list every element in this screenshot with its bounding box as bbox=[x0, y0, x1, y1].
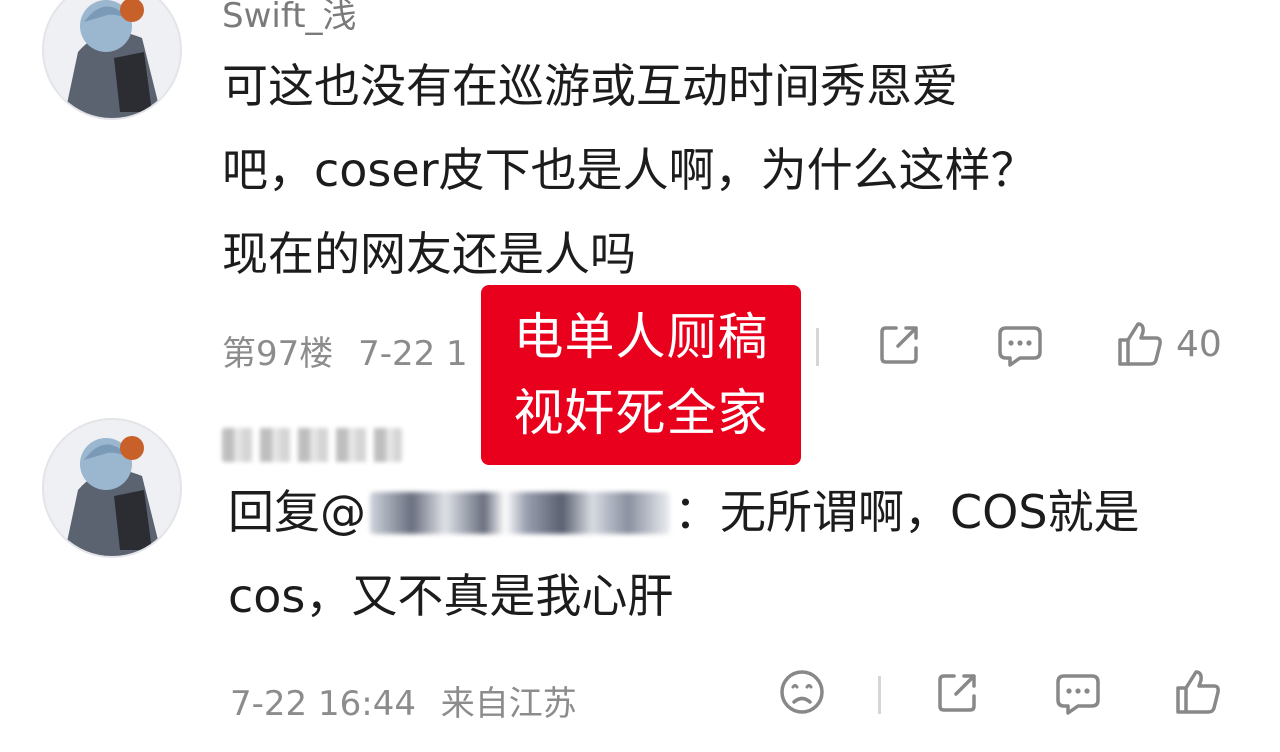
share-icon bbox=[880, 326, 918, 364]
share-button[interactable] bbox=[874, 318, 926, 370]
mention-blurred[interactable] bbox=[370, 492, 670, 534]
overlay-line: 视奸死全家 bbox=[513, 384, 769, 442]
like-button[interactable] bbox=[1172, 666, 1224, 718]
comment-line: 可这也没有在巡游或互动时间秀恩爱 bbox=[222, 59, 958, 113]
comment-meta: 第97楼 7-22 1 bbox=[222, 326, 482, 375]
avatar-image bbox=[44, 0, 180, 118]
overlay-line: 电单人厕稿 bbox=[513, 308, 769, 366]
divider bbox=[878, 676, 881, 714]
floor-number: 第97楼 bbox=[222, 334, 334, 374]
thumbs-up-icon bbox=[1176, 670, 1220, 714]
reply-text: ：无所谓啊，COS就是 bbox=[674, 485, 1140, 539]
comment-icon bbox=[998, 326, 1042, 367]
dislike-button[interactable] bbox=[776, 666, 828, 718]
comment-body: 回复@ ：无所谓啊，COS就是 cos，又不真是我心肝 bbox=[228, 470, 1228, 638]
timestamp: 7-22 1 bbox=[358, 334, 468, 374]
timestamp: 7-22 16:44 bbox=[230, 684, 416, 724]
comment-body: 可这也没有在巡游或互动时间秀恩爱 吧，coser皮下也是人啊，为什么这样？ 现在… bbox=[222, 44, 1222, 296]
share-button[interactable] bbox=[932, 666, 984, 718]
username[interactable]: Swift_浅 bbox=[222, 0, 357, 37]
comment-button[interactable] bbox=[994, 318, 1046, 370]
divider bbox=[816, 328, 819, 366]
comment-button[interactable] bbox=[1052, 666, 1104, 718]
like-button[interactable]: 40 bbox=[1114, 318, 1222, 370]
sad-face-icon bbox=[780, 670, 824, 714]
avatar-image bbox=[44, 420, 180, 556]
comment-line: 现在的网友还是人吗 bbox=[222, 227, 636, 281]
thumbs-up-icon bbox=[1118, 322, 1162, 366]
comment-line: cos，又不真是我心肝 bbox=[228, 569, 674, 623]
share-icon bbox=[938, 674, 976, 712]
avatar[interactable] bbox=[42, 0, 182, 120]
red-caption-overlay: 电单人厕稿 视奸死全家 bbox=[481, 285, 801, 465]
reply-prefix: 回复@ bbox=[228, 485, 366, 539]
comment-meta: 7-22 16:44 来自江苏 bbox=[230, 676, 591, 725]
comment-line: 吧，coser皮下也是人啊，为什么这样？ bbox=[222, 143, 1037, 197]
avatar[interactable] bbox=[42, 418, 182, 558]
comment-icon bbox=[1056, 674, 1100, 715]
username-blurred[interactable] bbox=[222, 428, 402, 462]
comment-line: 回复@ ：无所谓啊，COS就是 bbox=[228, 470, 1228, 554]
location: 来自江苏 bbox=[440, 684, 577, 724]
like-count: 40 bbox=[1176, 323, 1222, 365]
